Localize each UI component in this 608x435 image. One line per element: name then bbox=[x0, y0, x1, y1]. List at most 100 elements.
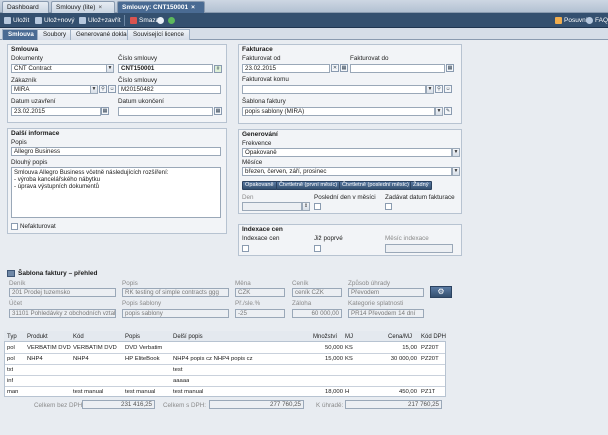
collapse-toggle-icon[interactable] bbox=[7, 270, 15, 277]
denik-label: Deník bbox=[9, 280, 26, 287]
calendar-icon[interactable]: ▦ bbox=[101, 107, 109, 115]
zaloha-label: Záloha bbox=[292, 300, 312, 307]
cell-mnozstvi: 18,000 bbox=[324, 389, 343, 395]
mesic-indexace-label: Měsíc indexace bbox=[385, 235, 429, 242]
datum-uzavreni-input[interactable]: 23.02.2015 bbox=[11, 107, 101, 116]
celkem-bez-dph-label: Celkem bez DPH: bbox=[34, 402, 85, 409]
preset-ctvrtletne-posledni-button[interactable]: Čtvrtletně (poslední měsíc) bbox=[339, 181, 412, 190]
preset-opakovane-button[interactable]: Opakovaně bbox=[242, 181, 277, 190]
chevron-down-icon[interactable]: ▼ bbox=[452, 167, 460, 176]
col-kod[interactable]: Kód bbox=[73, 334, 84, 340]
close-icon[interactable]: × bbox=[191, 4, 195, 11]
dlouhy-popis-textarea[interactable]: Smlouva Allegro Business včetně následuj… bbox=[11, 167, 221, 218]
col-kod-dph[interactable]: Kód DPH bbox=[421, 334, 446, 340]
celkem-bez-dph-value: 231 416,25 bbox=[82, 400, 155, 409]
chevron-down-icon[interactable]: ▼ bbox=[426, 85, 434, 94]
fakturovat-komu-input[interactable] bbox=[242, 85, 426, 94]
cislo-smlouvy-label: Číslo smlouvy bbox=[118, 55, 158, 62]
tab-smlouva[interactable]: Smlouva bbox=[2, 29, 40, 40]
fakturovat-do-input[interactable] bbox=[350, 64, 445, 73]
mesice-label: Měsíce bbox=[242, 159, 263, 166]
frekvence-label: Frekvence bbox=[242, 140, 272, 147]
cell-cena-mj: 30 000,00 bbox=[390, 356, 417, 362]
cell-mj: H bbox=[345, 389, 350, 395]
table-row[interactable] bbox=[5, 365, 445, 375]
tab-souvisejici-licence[interactable]: Související licence bbox=[127, 29, 190, 40]
save-new-icon bbox=[35, 17, 42, 24]
faq-label: FAQ bbox=[595, 17, 608, 24]
cell-typ: txt bbox=[7, 367, 14, 373]
cislo-smlouvy-input[interactable]: CNT150001 bbox=[118, 64, 213, 73]
number-series-icon[interactable]: # bbox=[214, 65, 222, 73]
customer-card-icon[interactable]: ☺ bbox=[444, 85, 452, 93]
faq-button[interactable]: FAQ bbox=[584, 15, 608, 26]
col-mj[interactable]: MJ bbox=[345, 334, 353, 340]
chevron-down-icon[interactable]: ▼ bbox=[435, 107, 443, 116]
search-icon[interactable]: ⚲ bbox=[99, 85, 107, 93]
items-table-header bbox=[4, 331, 446, 342]
save-close-icon bbox=[79, 17, 86, 24]
save-new-button[interactable]: Ulož+nový bbox=[33, 15, 78, 26]
indexace-cen-checkbox[interactable] bbox=[242, 245, 249, 252]
table-row[interactable] bbox=[5, 387, 445, 397]
zakaznik-input[interactable]: MIRA bbox=[11, 85, 91, 94]
search-icon[interactable]: ⚲ bbox=[435, 85, 443, 93]
mesice-select[interactable]: březen, červen, září, prosinec bbox=[242, 167, 452, 176]
generovani-title: Generování bbox=[242, 131, 278, 138]
tab-smlouvy-active[interactable]: Smlouvy: CNT150001 × bbox=[117, 1, 205, 13]
col-mnozstvi[interactable]: Množství bbox=[313, 334, 337, 340]
chevron-down-icon[interactable]: ▼ bbox=[452, 148, 460, 157]
tab-smlouvy-list[interactable]: Smlouvy (lite) × bbox=[51, 1, 115, 13]
tab-dashboard-label: Dashboard bbox=[7, 4, 39, 11]
cell-typ: pol bbox=[7, 356, 15, 362]
dokumenty-select[interactable]: CNT Contract bbox=[11, 64, 107, 73]
save-button[interactable]: Uložit bbox=[2, 15, 32, 26]
cell-kod-dph: PZ20T bbox=[421, 356, 439, 362]
tab-soubory[interactable]: Soubory bbox=[37, 29, 73, 40]
frekvence-select[interactable]: Opakovaně bbox=[242, 148, 452, 157]
close-icon[interactable]: × bbox=[98, 4, 102, 11]
den-input[interactable] bbox=[242, 202, 302, 211]
sablona-faktury-select[interactable]: popis sablony (MIRA) bbox=[242, 107, 435, 116]
cenik-value: ceník CZK bbox=[292, 288, 342, 297]
fakturovat-od-input[interactable]: 23.02.2015 bbox=[242, 64, 330, 73]
cislo-smlouvy-zakaznika-label: Číslo smlouvy bbox=[118, 77, 158, 84]
col-produkt[interactable]: Produkt bbox=[27, 334, 48, 340]
tab-dashboard[interactable]: Dashboard bbox=[2, 1, 49, 13]
mena-value: CZK bbox=[235, 288, 285, 297]
cell-mj: KS bbox=[345, 345, 353, 351]
col-delsi-popis[interactable]: Delší popis bbox=[173, 334, 203, 340]
preset-ctvrtletne-prvni-button[interactable]: Čtvrtletně (první měsíc) bbox=[276, 181, 341, 190]
cell-mnozstvi: 50,000 bbox=[324, 345, 343, 351]
zadavat-datum-checkbox[interactable] bbox=[385, 203, 392, 210]
mesic-indexace-input[interactable] bbox=[385, 244, 453, 253]
cislo-smlouvy-zakaznika-input[interactable]: M20150482 bbox=[118, 85, 221, 94]
save-close-button[interactable]: Ulož+zavřít bbox=[77, 15, 124, 26]
popis-input[interactable]: Allegro Business bbox=[11, 147, 221, 156]
edit-template-icon[interactable]: ✎ bbox=[444, 107, 452, 115]
posledni-den-checkbox[interactable] bbox=[314, 203, 321, 210]
popis-label: Popis bbox=[11, 139, 27, 146]
col-popis[interactable]: Popis bbox=[125, 334, 140, 340]
col-cena-mj[interactable]: Cena/MJ bbox=[388, 334, 412, 340]
cell-popis: DVD Verbatim bbox=[125, 345, 163, 351]
refresh-button[interactable] bbox=[166, 15, 178, 26]
col-typ[interactable]: Typ bbox=[7, 334, 17, 340]
table-row[interactable] bbox=[5, 343, 445, 353]
calendar-icon[interactable]: ▦ bbox=[214, 107, 222, 115]
customer-card-icon[interactable]: ☺ bbox=[108, 85, 116, 93]
clear-icon[interactable]: ✕ bbox=[331, 64, 339, 72]
jiz-poprve-checkbox[interactable] bbox=[314, 245, 321, 252]
calendar-icon[interactable]: ▦ bbox=[446, 64, 454, 72]
chevron-down-icon[interactable]: ▼ bbox=[106, 64, 114, 73]
chevron-down-icon[interactable]: ▼ bbox=[90, 85, 98, 94]
calendar-icon[interactable]: ▦ bbox=[340, 64, 348, 72]
preset-zadny-button[interactable]: Žádný bbox=[410, 181, 432, 190]
cell-typ: man bbox=[7, 389, 19, 395]
gear-icon[interactable]: ⚙ bbox=[430, 286, 452, 298]
nefakturovat-checkbox[interactable] bbox=[11, 223, 18, 230]
stepper-icon[interactable]: ⇕ bbox=[302, 202, 310, 211]
datum-ukonceni-input[interactable] bbox=[118, 107, 213, 116]
table-row[interactable] bbox=[5, 376, 445, 386]
ucet-value: 31101 Pohledávky z obchodních vztah bbox=[9, 309, 116, 318]
